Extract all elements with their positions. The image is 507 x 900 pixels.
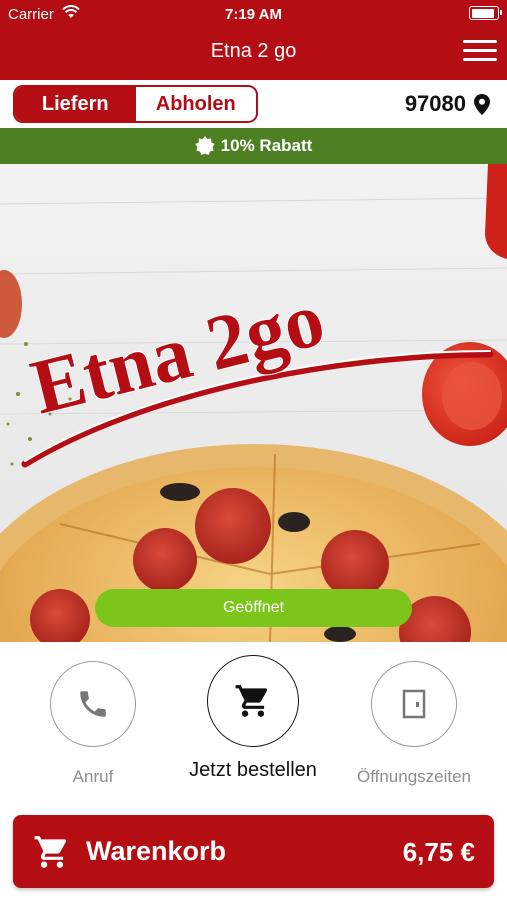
delivery-mode-bar: Liefern Abholen 97080: [0, 80, 507, 128]
status-bar: Carrier 7:19 AM: [0, 0, 507, 28]
status-time: 7:19 AM: [225, 6, 282, 23]
zip-code: 97080: [404, 91, 466, 116]
cart-total: 6,75 €: [402, 837, 475, 867]
order-action[interactable]: Jetzt bestellen: [168, 655, 338, 782]
badge-icon: [195, 136, 215, 155]
battery-icon: [469, 6, 502, 20]
opening-hours-action[interactable]: Öffnungszeiten: [329, 661, 499, 787]
call-button[interactable]: [50, 661, 136, 747]
call-action[interactable]: Anruf: [8, 661, 178, 787]
page-title: Etna 2 go: [210, 40, 297, 62]
phone-icon: [80, 691, 106, 717]
hamburger-menu-icon[interactable]: [463, 38, 497, 64]
hero-image: Etna 2go Geöffnet: [0, 164, 507, 642]
cart-label: Warenkorb: [86, 836, 227, 866]
tab-liefern[interactable]: Liefern: [15, 87, 136, 121]
call-label: Anruf: [72, 767, 114, 786]
door-icon: [402, 689, 426, 719]
delivery-toggle: Liefern Abholen: [13, 85, 258, 123]
discount-text: 10% Rabatt: [220, 136, 313, 155]
order-now-button[interactable]: [207, 655, 299, 747]
opening-hours-button[interactable]: [371, 661, 457, 747]
cart-button[interactable]: Warenkorb 6,75 €: [13, 815, 494, 888]
location-selector[interactable]: 97080: [405, 91, 490, 117]
order-now-label: Jetzt bestellen: [189, 759, 317, 781]
pizza-illustration: Etna 2go: [0, 164, 507, 642]
open-status-button[interactable]: Geöffnet: [95, 589, 412, 627]
cart-icon: [235, 685, 268, 717]
tab-abholen[interactable]: Abholen: [135, 87, 256, 121]
app-header: Carrier 7:19 AM Etna 2 go: [0, 0, 507, 80]
cart-icon: [34, 836, 67, 868]
opening-hours-label: Öffnungszeiten: [356, 767, 472, 786]
discount-banner: 10% Rabatt: [0, 128, 507, 164]
location-pin-icon: [474, 93, 490, 115]
